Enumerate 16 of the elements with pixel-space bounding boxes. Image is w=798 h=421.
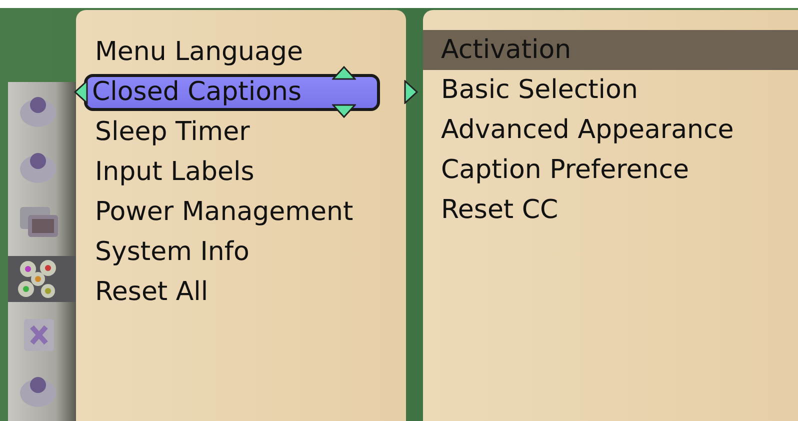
submenu-item[interactable]: Reset CC [423,190,798,230]
up-arrow-icon [332,66,356,80]
menu-item[interactable]: System Info [88,234,256,270]
category-item[interactable] [8,256,76,302]
submenu-item[interactable]: Basic Selection [423,70,798,110]
menu-item[interactable]: Menu Language [88,34,310,70]
menu-item[interactable]: Input Labels [88,154,262,190]
submenu-item[interactable]: Advanced Appearance [423,110,798,150]
menu-item[interactable]: Power Management [88,194,360,230]
right-arrow-icon [404,80,418,104]
menu-item[interactable]: Sleep Timer [88,114,257,150]
submenu-item[interactable]: Caption Preference [423,150,798,190]
left-arrow-icon [74,80,88,104]
menu-item[interactable]: Closed Captions [84,74,380,110]
menu-item[interactable]: Reset All [88,274,216,310]
down-arrow-icon [332,104,356,118]
